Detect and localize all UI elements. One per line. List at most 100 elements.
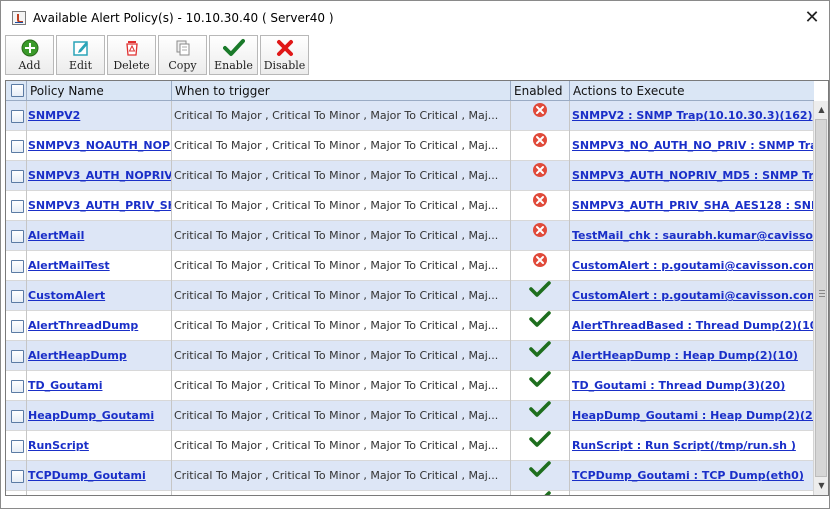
column-header-policy-name[interactable]: Policy Name bbox=[27, 81, 172, 101]
scrollbar-thumb[interactable] bbox=[815, 119, 827, 477]
action-link[interactable]: HeapDump_Goutami : Heap Dump(2)(20) bbox=[572, 409, 814, 422]
policy-name-link[interactable]: SNMPV3_AUTH_PRIV_SHA bbox=[28, 199, 171, 212]
table-row[interactable]: SNMPV3_AUTH_NOPRIV_MD5Critical To Major … bbox=[6, 161, 814, 191]
select-all-checkbox[interactable] bbox=[11, 84, 24, 97]
action-link[interactable]: TCPDump_Goutami : TCP Dump(eth0) bbox=[572, 469, 804, 482]
table-row[interactable]: HeapDump_Goutami Critical To Major , Crit… bbox=[6, 401, 814, 431]
add-button[interactable]: Add bbox=[5, 35, 54, 75]
policy-name-link[interactable]: AlertMail bbox=[28, 229, 84, 242]
column-header-actions[interactable]: Actions to Execute bbox=[570, 81, 814, 101]
policy-name-link[interactable]: AlertMailTest bbox=[28, 259, 110, 272]
table-row[interactable]: SNMPV2 Critical To Major , Critical To Mi… bbox=[6, 101, 814, 131]
table-row[interactable]: AlertMail Critical To Major , Critical To… bbox=[6, 221, 814, 251]
table-row[interactable]: CustomAlert Critical To Major , Critical … bbox=[6, 281, 814, 311]
enabled-checkmark-icon bbox=[529, 311, 551, 340]
policy-name-link[interactable]: AlertThreadDump bbox=[28, 319, 138, 332]
scroll-down-arrow-icon[interactable]: ▼ bbox=[814, 478, 828, 494]
enabled-cell bbox=[511, 311, 570, 341]
action-link[interactable]: AlertThreadBased : Thread Dump(2)(10) bbox=[572, 319, 814, 332]
row-checkbox[interactable] bbox=[11, 110, 24, 123]
row-checkbox[interactable] bbox=[11, 470, 24, 483]
enable-button[interactable]: Enable bbox=[209, 35, 258, 75]
edit-button[interactable]: Edit bbox=[56, 35, 105, 75]
policy-name-link[interactable]: CustomAlert bbox=[28, 289, 105, 302]
close-button[interactable]: ✕ bbox=[795, 1, 829, 35]
trigger-cell: Critical To Major , Critical To Minor , … bbox=[172, 161, 511, 191]
disable-button[interactable]: Disable bbox=[260, 35, 309, 75]
policy-name-link[interactable]: RunScript bbox=[28, 439, 89, 452]
policy-name-link[interactable]: TD_Goutami bbox=[28, 379, 102, 392]
java-app-icon bbox=[12, 11, 26, 25]
row-checkbox-cell bbox=[6, 371, 27, 401]
title-bar[interactable]: Available Alert Policy(s) - 10.10.30.40 … bbox=[1, 1, 829, 35]
row-checkbox[interactable] bbox=[11, 260, 24, 273]
table-row[interactable]: TD_Goutami Critical To Major , Critical T… bbox=[6, 371, 814, 401]
action-cell: RunScript : Run Script(/tmp/run.sh ) bbox=[570, 431, 814, 461]
enabled-cell bbox=[511, 461, 570, 491]
policy-name-cell bbox=[27, 491, 172, 495]
scroll-up-arrow-icon[interactable]: ▲ bbox=[814, 102, 828, 118]
delete-button[interactable]: Delete bbox=[107, 35, 156, 75]
row-checkbox[interactable] bbox=[11, 410, 24, 423]
table-row[interactable] bbox=[6, 491, 814, 495]
table-row[interactable]: SNMPV3_NOAUTH_NOPRIVCritical To Major , … bbox=[6, 131, 814, 161]
policy-name-link[interactable]: SNMPV2 bbox=[28, 109, 80, 122]
action-link[interactable]: CustomAlert : p.goutami@cavisson.com bbox=[572, 289, 814, 302]
enabled-cell bbox=[511, 131, 570, 161]
action-link[interactable]: TD_Goutami : Thread Dump(3)(20) bbox=[572, 379, 785, 392]
copy-label: Copy bbox=[168, 59, 197, 72]
trigger-text: Critical To Major , Critical To Minor , … bbox=[174, 439, 499, 452]
action-link[interactable]: TestMail_chk : saurabh.kumar@cavisson.c bbox=[572, 229, 814, 242]
action-link[interactable]: CustomAlert : p.goutami@cavisson.com bbox=[572, 259, 814, 272]
trigger-cell: Critical To Major , Critical To Minor , … bbox=[172, 401, 511, 431]
row-checkbox-cell bbox=[6, 191, 27, 221]
trigger-text: Critical To Major , Critical To Minor , … bbox=[174, 109, 499, 122]
row-checkbox-cell bbox=[6, 251, 27, 281]
row-checkbox[interactable] bbox=[11, 290, 24, 303]
action-link[interactable]: AlertHeapDump : Heap Dump(2)(10) bbox=[572, 349, 798, 362]
policy-name-link[interactable]: SNMPV3_AUTH_NOPRIV_MD5 bbox=[28, 169, 171, 182]
row-checkbox-cell bbox=[6, 491, 27, 495]
column-header-when-to-trigger[interactable]: When to trigger bbox=[172, 81, 511, 101]
row-checkbox[interactable] bbox=[11, 350, 24, 363]
row-checkbox[interactable] bbox=[11, 440, 24, 453]
copy-button[interactable]: Copy bbox=[158, 35, 207, 75]
table-row[interactable]: TCPDump_Goutami Critical To Major , Criti… bbox=[6, 461, 814, 491]
row-checkbox-cell bbox=[6, 311, 27, 341]
action-link[interactable]: SNMPV3_AUTH_PRIV_SHA_AES128 : SNMP bbox=[572, 199, 814, 212]
row-checkbox[interactable] bbox=[11, 380, 24, 393]
action-link[interactable]: RunScript : Run Script(/tmp/run.sh ) bbox=[572, 439, 796, 452]
enabled-checkmark-icon bbox=[529, 431, 551, 460]
table-row[interactable]: RunScript Critical To Major , Critical To… bbox=[6, 431, 814, 461]
row-checkbox[interactable] bbox=[11, 170, 24, 183]
row-checkbox[interactable] bbox=[11, 200, 24, 213]
policy-name-cell: RunScript bbox=[27, 431, 172, 461]
policy-name-link[interactable]: TCPDump_Goutami bbox=[28, 469, 146, 482]
row-checkbox[interactable] bbox=[11, 320, 24, 333]
action-cell: SNMPV3_AUTH_NOPRIV_MD5 : SNMP Trap bbox=[570, 161, 814, 191]
enabled-cell bbox=[511, 371, 570, 401]
trigger-text: Critical To Major , Critical To Minor , … bbox=[174, 349, 499, 362]
row-checkbox-cell bbox=[6, 341, 27, 371]
policy-name-link[interactable]: AlertHeapDump bbox=[28, 349, 127, 362]
table-row[interactable]: AlertMailTest Critical To Major , Critica… bbox=[6, 251, 814, 281]
action-cell: AlertHeapDump : Heap Dump(2)(10) bbox=[570, 341, 814, 371]
enabled-cell bbox=[511, 251, 570, 281]
table-row[interactable]: AlertHeapDump Critical To Major , Critica… bbox=[6, 341, 814, 371]
enabled-checkmark-icon bbox=[529, 281, 551, 310]
table-row[interactable]: SNMPV3_AUTH_PRIV_SHA Critical To Major , … bbox=[6, 191, 814, 221]
policy-name-link[interactable]: HeapDump_Goutami bbox=[28, 409, 154, 422]
column-header-enabled[interactable]: Enabled bbox=[511, 81, 570, 101]
trigger-text: Critical To Major , Critical To Minor , … bbox=[174, 169, 499, 182]
action-link[interactable]: SNMPV2 : SNMP Trap(10.10.30.3)(162) bbox=[572, 109, 813, 122]
action-link[interactable]: SNMPV3_NO_AUTH_NO_PRIV : SNMP Trap bbox=[572, 139, 814, 152]
policy-name-cell: AlertThreadDump bbox=[27, 311, 172, 341]
disabled-x-icon bbox=[532, 161, 548, 190]
row-checkbox[interactable] bbox=[11, 140, 24, 153]
row-checkbox[interactable] bbox=[11, 230, 24, 243]
action-link[interactable]: SNMPV3_AUTH_NOPRIV_MD5 : SNMP Trap bbox=[572, 169, 814, 182]
table-row[interactable]: AlertThreadDump Critical To Major , Criti… bbox=[6, 311, 814, 341]
policy-name-link[interactable]: SNMPV3_NOAUTH_NOPRIV bbox=[28, 139, 171, 152]
vertical-scrollbar[interactable]: ▲ ▼ bbox=[813, 101, 828, 495]
action-cell: SNMPV3_NO_AUTH_NO_PRIV : SNMP Trap bbox=[570, 131, 814, 161]
